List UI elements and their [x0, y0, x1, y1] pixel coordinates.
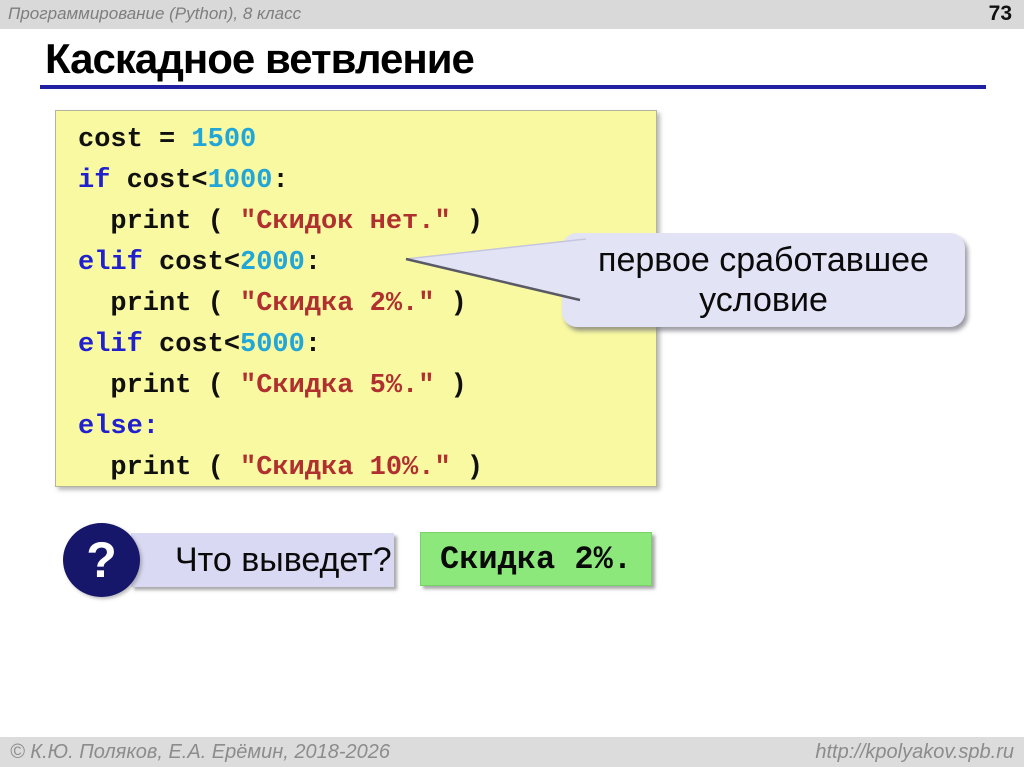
code-token-keyword: if	[78, 166, 110, 196]
site-url: http://kpolyakov.spb.ru	[815, 741, 1014, 764]
code-token-plain: print (	[78, 207, 240, 237]
code-line: elif cost<5000:	[78, 325, 656, 366]
callout-bubble: первое сработавшее условие	[562, 233, 965, 327]
code-token-plain: print (	[78, 289, 240, 319]
code-token-plain: :	[305, 330, 321, 360]
code-line: if cost<1000:	[78, 161, 656, 202]
code-token-plain: cost<	[110, 166, 207, 196]
code-token-string: "Скидка 5%."	[240, 371, 434, 401]
code-token-number: 1000	[208, 166, 273, 196]
title-underline	[40, 85, 986, 89]
code-token-number: 1500	[191, 125, 256, 155]
code-token-plain: )	[434, 371, 466, 401]
slide: Программирование (Python), 8 класс 73 Ка…	[0, 0, 1024, 767]
question-label: Что выведет?	[131, 541, 392, 580]
code-token-plain: :	[305, 248, 321, 278]
page-number: 73	[989, 2, 1012, 26]
code-token-keyword: elif	[78, 248, 143, 278]
code-token-string: "Скидка 10%."	[240, 453, 451, 483]
question-label-box: Что выведет?	[131, 533, 394, 587]
answer-box: Скидка 2%.	[420, 532, 652, 586]
code-line: else:	[78, 407, 656, 448]
course-title: Программирование (Python), 8 класс	[8, 4, 301, 24]
code-token-plain: print (	[78, 371, 240, 401]
top-bar: Программирование (Python), 8 класс 73	[0, 0, 1024, 29]
footer-bar: © К.Ю. Поляков, Е.А. Ерёмин, 2018-2026 h…	[0, 737, 1024, 767]
code-token-keyword: else:	[78, 412, 159, 442]
question-mark-glyph: ?	[86, 531, 117, 589]
question-mark-icon: ?	[63, 523, 140, 597]
slide-title: Каскадное ветвление	[45, 36, 474, 82]
code-token-number: 2000	[240, 248, 305, 278]
code-token-plain: print (	[78, 453, 240, 483]
code-token-plain: cost =	[78, 125, 191, 155]
code-token-plain: )	[451, 453, 483, 483]
code-token-number: 5000	[240, 330, 305, 360]
code-line: cost = 1500	[78, 120, 656, 161]
copyright-text: © К.Ю. Поляков, Е.А. Ерёмин, 2018-2026	[10, 741, 390, 764]
code-token-plain: cost<	[143, 248, 240, 278]
code-token-plain: :	[272, 166, 288, 196]
answer-text: Скидка 2%.	[440, 541, 632, 578]
callout-line1: первое сработавшее	[598, 240, 929, 280]
code-token-keyword: elif	[78, 330, 143, 360]
callout-line2: условие	[699, 280, 828, 320]
code-line: print ( "Скидка 10%." )	[78, 448, 656, 489]
code-token-plain: cost<	[143, 330, 240, 360]
code-line: print ( "Скидка 5%." )	[78, 366, 656, 407]
callout-tail-icon	[400, 230, 600, 310]
